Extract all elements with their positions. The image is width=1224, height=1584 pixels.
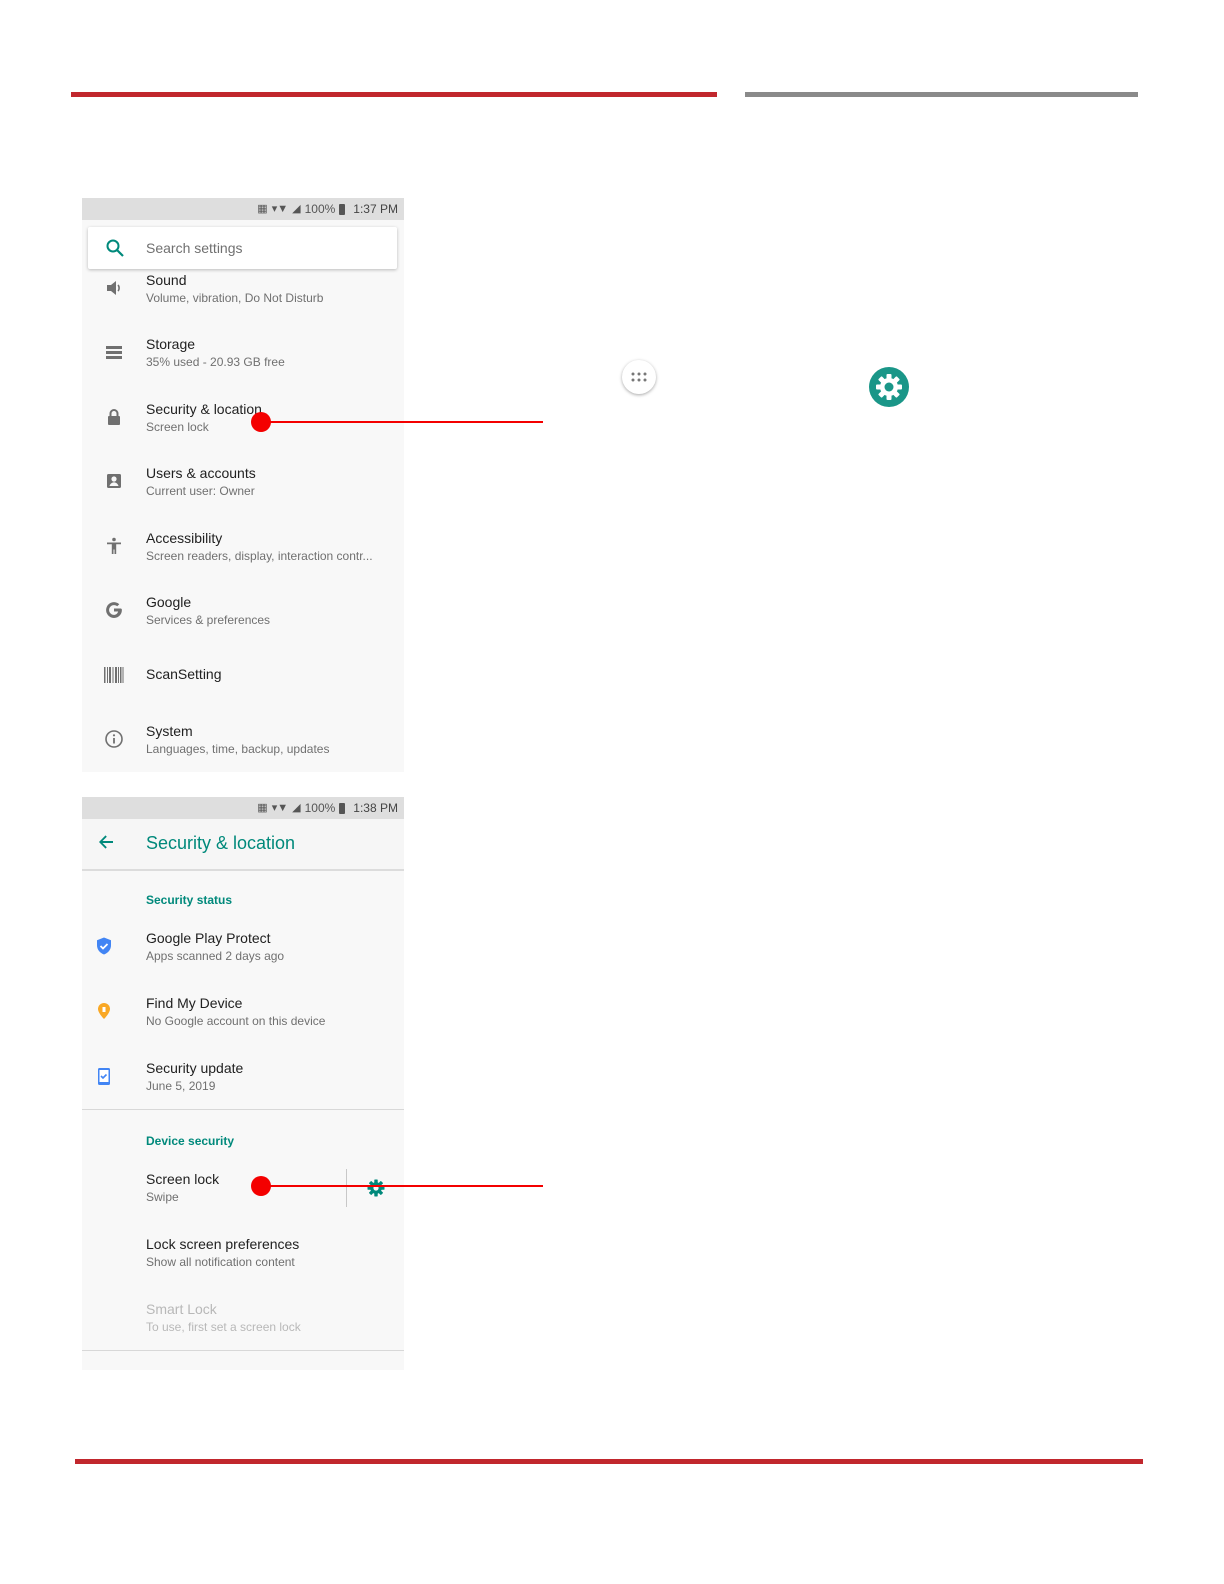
item-title: Security & location (146, 401, 262, 417)
battery-percent: 100% (304, 202, 336, 216)
settings-item-accessibility[interactable]: Accessibility Screen readers, display, i… (82, 528, 404, 588)
item-subtitle: Volume, vibration, Do Not Disturb (146, 291, 324, 305)
back-arrow-icon[interactable] (96, 832, 116, 858)
item-title: Users & accounts (146, 465, 256, 481)
settings-item-users[interactable]: Users & accounts Current user: Owner (82, 463, 404, 523)
gear-icon[interactable] (366, 1178, 386, 1203)
apps-drawer-icon (622, 360, 656, 394)
item-subtitle: No Google account on this device (146, 1014, 326, 1028)
header-rule-right (745, 92, 1138, 97)
status-bar: ▦ ▾▼ ◢ 100% 1:37 PM (82, 198, 404, 220)
item-subtitle: Current user: Owner (146, 484, 255, 498)
item-google-play-protect[interactable]: Google Play Protect Apps scanned 2 days … (82, 928, 404, 988)
accessibility-icon (102, 534, 126, 558)
search-placeholder: Search settings (146, 240, 243, 256)
settings-item-system[interactable]: System Languages, time, backup, updates (82, 721, 404, 772)
signal-icon: ◢ (292, 203, 301, 215)
footer-rule (75, 1459, 1143, 1464)
volume-icon (102, 276, 126, 300)
section-divider (82, 1109, 404, 1110)
clock: 1:37 PM (353, 202, 398, 216)
settings-item-google[interactable]: Google Services & preferences (82, 592, 404, 652)
item-subtitle: Languages, time, backup, updates (146, 742, 330, 756)
locate-icon (92, 999, 116, 1023)
vertical-separator (346, 1169, 347, 1207)
item-subtitle: Services & preferences (146, 613, 271, 627)
item-title: Sound (146, 272, 187, 288)
item-title: System (146, 723, 193, 739)
item-title: Find My Device (146, 995, 243, 1011)
item-subtitle: Show all notification content (146, 1255, 295, 1269)
section-device-security: Device security (146, 1134, 235, 1148)
item-screen-lock[interactable]: Screen lock Swipe (82, 1169, 404, 1229)
item-subtitle: June 5, 2019 (146, 1079, 216, 1093)
clock: 1:38 PM (353, 801, 398, 815)
settings-item-storage[interactable]: Storage 35% used - 20.93 GB free (82, 334, 404, 394)
status-bar: ▦ ▾▼ ◢ 100% 1:38 PM (82, 797, 404, 819)
item-title: Screen lock (146, 1171, 220, 1187)
item-title: Google Play Protect (146, 930, 271, 946)
signal-icon: ◢ (292, 802, 301, 814)
item-title: Accessibility (146, 530, 223, 546)
item-title: Security update (146, 1060, 244, 1076)
battery-icon (339, 203, 346, 215)
wifi-icon: ▾▼ (271, 802, 289, 814)
item-subtitle: Screen readers, display, interaction con… (146, 549, 373, 563)
storage-icon (102, 340, 126, 364)
security-screenshot: ▦ ▾▼ ◢ 100% 1:38 PM Security & location … (82, 797, 404, 1370)
bottom-divider (82, 1350, 404, 1351)
item-title: Google (146, 594, 192, 610)
settings-item-scansetting[interactable]: ScanSetting (82, 657, 404, 717)
app-bar: Security & location (82, 819, 404, 871)
settings-item-security[interactable]: Security & location Screen lock (82, 399, 404, 459)
section-security-status: Security status (146, 893, 233, 907)
update-icon (92, 1064, 116, 1088)
settings-app-icon (868, 366, 910, 408)
item-title: Storage (146, 336, 196, 352)
header-rule-left (71, 92, 717, 97)
item-subtitle: Swipe (146, 1190, 179, 1204)
settings-screenshot: ▦ ▾▼ ◢ 100% 1:37 PM Sound Volume, vibrat… (82, 198, 404, 772)
google-icon (102, 598, 126, 622)
shield-icon (92, 934, 116, 958)
item-subtitle: Apps scanned 2 days ago (146, 949, 285, 963)
search-icon (105, 238, 125, 263)
info-icon (102, 727, 126, 751)
barcode-icon (102, 663, 126, 687)
item-subtitle: Screen lock (146, 420, 209, 434)
item-title: Smart Lock (146, 1301, 217, 1317)
callout-line-screen-lock (262, 1185, 543, 1187)
item-subtitle: To use, first set a screen lock (146, 1320, 301, 1334)
item-title: Lock screen preferences (146, 1236, 300, 1252)
scanner-status-icon: ▦ (257, 203, 268, 215)
settings-item-sound[interactable]: Sound Volume, vibration, Do Not Disturb (82, 270, 404, 330)
battery-icon (339, 802, 346, 814)
callout-line-security (262, 421, 543, 423)
page-title: Security & location (146, 833, 296, 853)
item-lock-screen-preferences[interactable]: Lock screen preferences Show all notific… (82, 1234, 404, 1294)
scanner-status-icon: ▦ (257, 802, 268, 814)
battery-percent: 100% (304, 801, 336, 815)
lock-icon (102, 405, 126, 429)
account-icon (102, 469, 126, 493)
wifi-icon: ▾▼ (271, 203, 289, 215)
item-title: ScanSetting (146, 666, 222, 682)
search-bar[interactable]: Search settings (88, 227, 397, 269)
item-find-my-device[interactable]: Find My Device No Google account on this… (82, 993, 404, 1053)
item-subtitle: 35% used - 20.93 GB free (146, 355, 285, 369)
